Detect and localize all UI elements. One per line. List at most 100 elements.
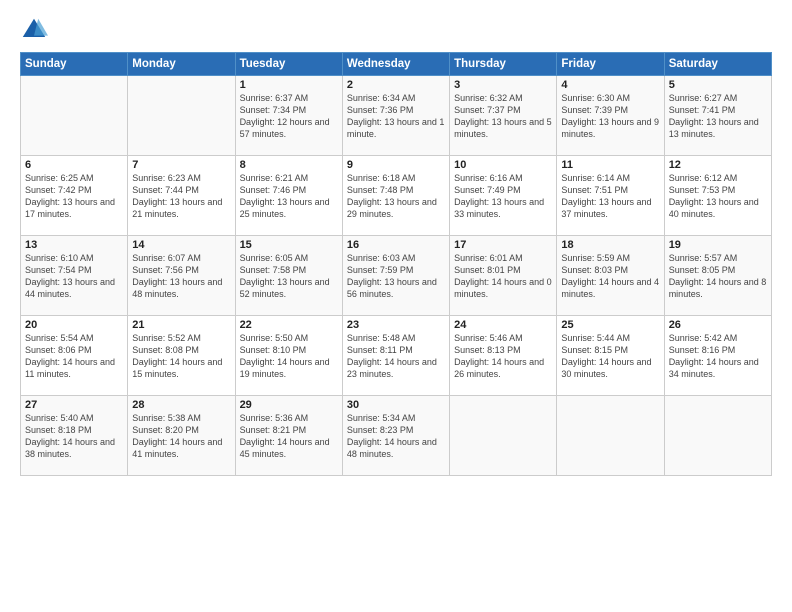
day-cell bbox=[450, 396, 557, 476]
day-info: Sunrise: 6:27 AMSunset: 7:41 PMDaylight:… bbox=[669, 92, 767, 141]
day-info: Sunrise: 5:40 AMSunset: 8:18 PMDaylight:… bbox=[25, 412, 123, 461]
logo-icon bbox=[20, 16, 48, 44]
day-info: Sunrise: 6:07 AMSunset: 7:56 PMDaylight:… bbox=[132, 252, 230, 301]
day-cell: 28Sunrise: 5:38 AMSunset: 8:20 PMDayligh… bbox=[128, 396, 235, 476]
weekday-header-tuesday: Tuesday bbox=[235, 53, 342, 76]
day-cell: 20Sunrise: 5:54 AMSunset: 8:06 PMDayligh… bbox=[21, 316, 128, 396]
day-number: 1 bbox=[240, 79, 338, 91]
day-info: Sunrise: 5:44 AMSunset: 8:15 PMDaylight:… bbox=[561, 332, 659, 381]
weekday-header-wednesday: Wednesday bbox=[342, 53, 449, 76]
day-cell bbox=[128, 76, 235, 156]
day-number: 20 bbox=[25, 319, 123, 331]
day-info: Sunrise: 5:57 AMSunset: 8:05 PMDaylight:… bbox=[669, 252, 767, 301]
day-info: Sunrise: 6:18 AMSunset: 7:48 PMDaylight:… bbox=[347, 172, 445, 221]
day-cell: 25Sunrise: 5:44 AMSunset: 8:15 PMDayligh… bbox=[557, 316, 664, 396]
day-number: 15 bbox=[240, 239, 338, 251]
day-cell: 18Sunrise: 5:59 AMSunset: 8:03 PMDayligh… bbox=[557, 236, 664, 316]
weekday-header-monday: Monday bbox=[128, 53, 235, 76]
day-number: 22 bbox=[240, 319, 338, 331]
weekday-header-friday: Friday bbox=[557, 53, 664, 76]
weekday-header-thursday: Thursday bbox=[450, 53, 557, 76]
calendar-table: SundayMondayTuesdayWednesdayThursdayFrid… bbox=[20, 52, 772, 476]
day-info: Sunrise: 5:46 AMSunset: 8:13 PMDaylight:… bbox=[454, 332, 552, 381]
day-number: 16 bbox=[347, 239, 445, 251]
day-cell: 7Sunrise: 6:23 AMSunset: 7:44 PMDaylight… bbox=[128, 156, 235, 236]
day-cell: 10Sunrise: 6:16 AMSunset: 7:49 PMDayligh… bbox=[450, 156, 557, 236]
day-number: 13 bbox=[25, 239, 123, 251]
day-cell: 2Sunrise: 6:34 AMSunset: 7:36 PMDaylight… bbox=[342, 76, 449, 156]
day-info: Sunrise: 6:21 AMSunset: 7:46 PMDaylight:… bbox=[240, 172, 338, 221]
day-cell bbox=[557, 396, 664, 476]
day-cell: 16Sunrise: 6:03 AMSunset: 7:59 PMDayligh… bbox=[342, 236, 449, 316]
day-number: 21 bbox=[132, 319, 230, 331]
day-info: Sunrise: 6:34 AMSunset: 7:36 PMDaylight:… bbox=[347, 92, 445, 141]
day-number: 9 bbox=[347, 159, 445, 171]
day-cell: 23Sunrise: 5:48 AMSunset: 8:11 PMDayligh… bbox=[342, 316, 449, 396]
day-info: Sunrise: 6:30 AMSunset: 7:39 PMDaylight:… bbox=[561, 92, 659, 141]
day-cell: 30Sunrise: 5:34 AMSunset: 8:23 PMDayligh… bbox=[342, 396, 449, 476]
week-row-5: 27Sunrise: 5:40 AMSunset: 8:18 PMDayligh… bbox=[21, 396, 772, 476]
day-cell: 12Sunrise: 6:12 AMSunset: 7:53 PMDayligh… bbox=[664, 156, 771, 236]
day-number: 23 bbox=[347, 319, 445, 331]
day-info: Sunrise: 6:23 AMSunset: 7:44 PMDaylight:… bbox=[132, 172, 230, 221]
day-info: Sunrise: 6:03 AMSunset: 7:59 PMDaylight:… bbox=[347, 252, 445, 301]
week-row-2: 6Sunrise: 6:25 AMSunset: 7:42 PMDaylight… bbox=[21, 156, 772, 236]
day-number: 25 bbox=[561, 319, 659, 331]
day-cell: 19Sunrise: 5:57 AMSunset: 8:05 PMDayligh… bbox=[664, 236, 771, 316]
week-row-3: 13Sunrise: 6:10 AMSunset: 7:54 PMDayligh… bbox=[21, 236, 772, 316]
day-info: Sunrise: 6:37 AMSunset: 7:34 PMDaylight:… bbox=[240, 92, 338, 141]
day-info: Sunrise: 6:10 AMSunset: 7:54 PMDaylight:… bbox=[25, 252, 123, 301]
calendar-header: SundayMondayTuesdayWednesdayThursdayFrid… bbox=[21, 53, 772, 76]
day-info: Sunrise: 5:54 AMSunset: 8:06 PMDaylight:… bbox=[25, 332, 123, 381]
day-cell bbox=[21, 76, 128, 156]
day-info: Sunrise: 6:32 AMSunset: 7:37 PMDaylight:… bbox=[454, 92, 552, 141]
weekday-header-sunday: Sunday bbox=[21, 53, 128, 76]
day-cell: 22Sunrise: 5:50 AMSunset: 8:10 PMDayligh… bbox=[235, 316, 342, 396]
day-cell: 5Sunrise: 6:27 AMSunset: 7:41 PMDaylight… bbox=[664, 76, 771, 156]
day-info: Sunrise: 5:59 AMSunset: 8:03 PMDaylight:… bbox=[561, 252, 659, 301]
day-number: 28 bbox=[132, 399, 230, 411]
day-number: 30 bbox=[347, 399, 445, 411]
week-row-4: 20Sunrise: 5:54 AMSunset: 8:06 PMDayligh… bbox=[21, 316, 772, 396]
day-info: Sunrise: 5:36 AMSunset: 8:21 PMDaylight:… bbox=[240, 412, 338, 461]
day-cell: 17Sunrise: 6:01 AMSunset: 8:01 PMDayligh… bbox=[450, 236, 557, 316]
day-cell bbox=[664, 396, 771, 476]
day-cell: 29Sunrise: 5:36 AMSunset: 8:21 PMDayligh… bbox=[235, 396, 342, 476]
day-cell: 3Sunrise: 6:32 AMSunset: 7:37 PMDaylight… bbox=[450, 76, 557, 156]
day-number: 5 bbox=[669, 79, 767, 91]
day-cell: 6Sunrise: 6:25 AMSunset: 7:42 PMDaylight… bbox=[21, 156, 128, 236]
day-cell: 14Sunrise: 6:07 AMSunset: 7:56 PMDayligh… bbox=[128, 236, 235, 316]
weekday-header-saturday: Saturday bbox=[664, 53, 771, 76]
day-cell: 4Sunrise: 6:30 AMSunset: 7:39 PMDaylight… bbox=[557, 76, 664, 156]
day-number: 8 bbox=[240, 159, 338, 171]
day-number: 18 bbox=[561, 239, 659, 251]
day-number: 24 bbox=[454, 319, 552, 331]
day-info: Sunrise: 5:52 AMSunset: 8:08 PMDaylight:… bbox=[132, 332, 230, 381]
day-number: 2 bbox=[347, 79, 445, 91]
day-cell: 9Sunrise: 6:18 AMSunset: 7:48 PMDaylight… bbox=[342, 156, 449, 236]
calendar-body: 1Sunrise: 6:37 AMSunset: 7:34 PMDaylight… bbox=[21, 76, 772, 476]
day-cell: 24Sunrise: 5:46 AMSunset: 8:13 PMDayligh… bbox=[450, 316, 557, 396]
day-info: Sunrise: 5:34 AMSunset: 8:23 PMDaylight:… bbox=[347, 412, 445, 461]
day-info: Sunrise: 5:38 AMSunset: 8:20 PMDaylight:… bbox=[132, 412, 230, 461]
week-row-1: 1Sunrise: 6:37 AMSunset: 7:34 PMDaylight… bbox=[21, 76, 772, 156]
day-number: 3 bbox=[454, 79, 552, 91]
page: SundayMondayTuesdayWednesdayThursdayFrid… bbox=[0, 0, 792, 612]
day-number: 11 bbox=[561, 159, 659, 171]
day-number: 17 bbox=[454, 239, 552, 251]
day-info: Sunrise: 6:01 AMSunset: 8:01 PMDaylight:… bbox=[454, 252, 552, 301]
weekday-row: SundayMondayTuesdayWednesdayThursdayFrid… bbox=[21, 53, 772, 76]
header bbox=[20, 16, 772, 44]
day-number: 7 bbox=[132, 159, 230, 171]
day-info: Sunrise: 5:42 AMSunset: 8:16 PMDaylight:… bbox=[669, 332, 767, 381]
day-number: 27 bbox=[25, 399, 123, 411]
day-info: Sunrise: 6:12 AMSunset: 7:53 PMDaylight:… bbox=[669, 172, 767, 221]
day-info: Sunrise: 6:05 AMSunset: 7:58 PMDaylight:… bbox=[240, 252, 338, 301]
day-cell: 13Sunrise: 6:10 AMSunset: 7:54 PMDayligh… bbox=[21, 236, 128, 316]
day-number: 4 bbox=[561, 79, 659, 91]
day-number: 12 bbox=[669, 159, 767, 171]
day-number: 14 bbox=[132, 239, 230, 251]
day-info: Sunrise: 6:14 AMSunset: 7:51 PMDaylight:… bbox=[561, 172, 659, 221]
day-info: Sunrise: 6:25 AMSunset: 7:42 PMDaylight:… bbox=[25, 172, 123, 221]
day-number: 19 bbox=[669, 239, 767, 251]
